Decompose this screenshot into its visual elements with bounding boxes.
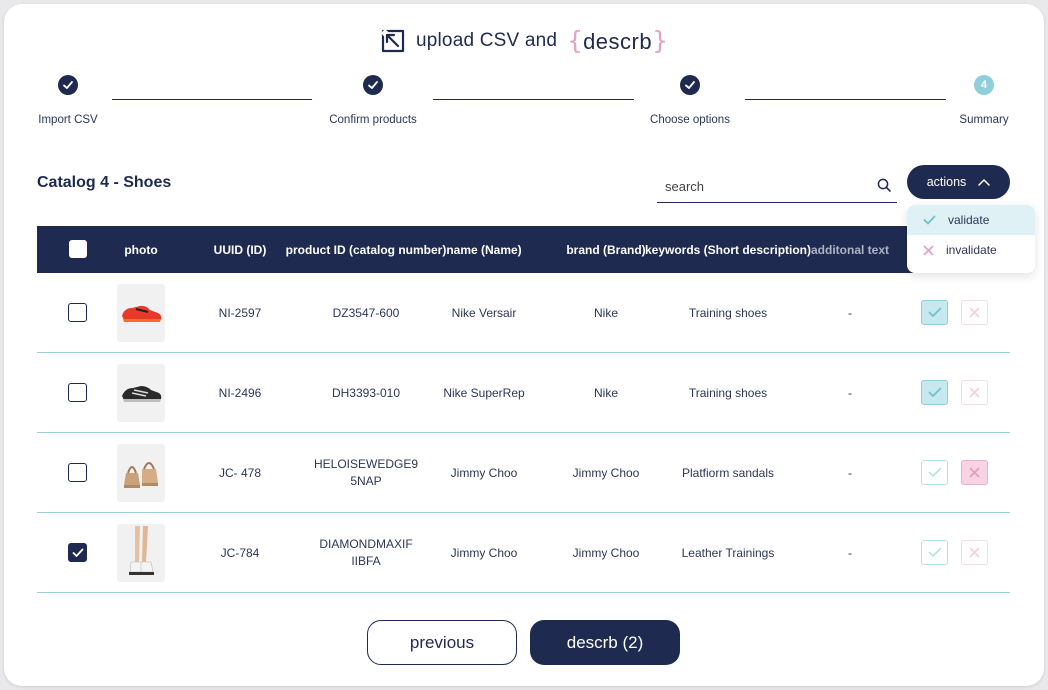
check-icon [928,307,941,317]
product-photo-platform-sandal [117,444,165,502]
step-4-current: 4 [974,75,994,95]
wizard-card: upload CSV and {descrb} Import CSV Confi… [4,4,1044,686]
check-icon [923,215,936,225]
step-connector [433,99,634,100]
cell-uuid: JC-784 [220,545,260,560]
col-product-id: product ID (catalog number) [285,242,447,257]
cell-keywords: Training shoes [688,305,768,320]
menu-item-validate[interactable]: validate [907,205,1035,235]
table-row: JC- 478 HELOISEWEDGE9 5NAP Jimmy Choo Ji… [37,433,1010,513]
step-connector [112,99,312,100]
col-keywords: keywords (Short description) [644,242,812,257]
cell-name: Jimmy Choo [450,465,518,480]
step-1-done-icon [58,75,78,95]
row-checkbox[interactable] [68,543,87,562]
table-header: photo UUID (ID) product ID (catalog numb… [37,226,1010,273]
cell-brand: Jimmy Choo [572,465,640,480]
select-all-checkbox[interactable] [69,240,87,258]
invalidate-button[interactable] [961,300,988,325]
validate-button[interactable] [921,300,948,325]
step-label-summary: Summary [959,114,1009,126]
actions-button[interactable]: actions [907,165,1010,199]
brand-title: upload CSV and [415,29,558,51]
cell-product-id: DIAMONDMAXIF IIBFA [319,537,413,568]
step-3-done-icon [680,75,700,95]
col-uuid: UUID (ID) [213,242,267,257]
cell-additional: - [848,305,852,320]
step-2-done-icon [363,75,383,95]
cell-uuid: NI-2597 [218,305,262,320]
cell-additional: - [848,385,852,400]
cell-keywords: Leather Trainings [681,545,775,560]
brace-close: } [652,26,669,55]
table-row: NI-2597 DZ3547-600 Nike Versair Nike Tra… [37,273,1010,353]
col-additional-text: additonal text [810,242,890,257]
row-checkbox[interactable] [68,383,87,402]
search-box [657,169,897,203]
step-label-options: Choose options [650,114,730,126]
table-row: NI-2496 DH3393-010 Nike SuperRep Nike Tr… [37,353,1010,433]
catalog-title: Catalog 4 - Shoes [37,174,172,191]
step-label-import: Import CSV [38,114,98,126]
check-icon [928,547,941,557]
row-checkbox[interactable] [68,463,87,482]
cell-brand: Nike [593,385,619,400]
progress-stepper: Import CSV Confirm products Choose optio… [4,74,1044,134]
product-photo-black-sneaker [117,364,165,422]
brand-name: descrb [583,29,653,54]
step-number: 4 [980,79,988,91]
check-icon [72,548,83,557]
descrb-button[interactable]: descrb (2) [530,620,680,665]
product-photo-white-trainer [117,524,165,582]
validate-button[interactable] [921,460,948,485]
invalidate-button[interactable] [961,380,988,405]
cell-brand: Nike [593,305,619,320]
actions-dropdown-menu: validate invalidate [907,205,1035,273]
x-icon [969,547,980,558]
previous-button[interactable]: previous [367,620,517,665]
cell-product-id: DZ3547-600 [332,305,400,320]
cell-name: Nike Versair [451,305,517,320]
x-icon [969,307,980,318]
x-icon [969,467,980,478]
cell-keywords: Training shoes [688,385,768,400]
col-brand: brand (Brand) [566,242,646,257]
cell-product-id: DH3393-010 [331,385,401,400]
invalidate-button[interactable] [961,540,988,565]
cell-additional: - [848,465,852,480]
check-icon [928,467,941,477]
arrow-upload-icon [380,28,405,52]
step-label-confirm: Confirm products [329,114,417,126]
menu-item-label: invalidate [946,243,997,257]
validate-button[interactable] [921,540,948,565]
cell-keywords: Platfiorm sandals [681,465,775,480]
table-row: JC-784 DIAMONDMAXIF IIBFA Jimmy Choo Jim… [37,513,1010,593]
cell-additional: - [848,545,852,560]
cell-name: Nike SuperRep [443,385,525,400]
cell-uuid: JC- 478 [218,465,262,480]
chevron-up-icon [978,179,991,186]
invalidate-button[interactable] [961,460,988,485]
step-connector [745,99,946,100]
product-photo-red-sneaker [117,284,165,342]
x-icon [923,245,934,255]
x-icon [969,387,980,398]
brand-header: upload CSV and {descrb} [4,26,1044,55]
validate-button[interactable] [921,380,948,405]
cell-name: Jimmy Choo [450,545,518,560]
actions-label: actions [926,175,967,189]
brand-logo: {descrb} [567,26,668,55]
cell-product-id: HELOISEWEDGE9 5NAP [313,457,419,488]
search-input[interactable] [665,176,865,196]
brace-open: { [567,26,584,55]
cell-brand: Jimmy Choo [572,545,640,560]
menu-item-label: validate [948,213,990,227]
col-photo: photo [124,242,158,257]
col-name: name (Name) [446,242,522,257]
menu-item-invalidate[interactable]: invalidate [907,235,1035,265]
cell-uuid: NI-2496 [218,385,262,400]
search-icon[interactable] [877,178,891,192]
row-checkbox[interactable] [68,303,87,322]
check-icon [928,387,941,397]
